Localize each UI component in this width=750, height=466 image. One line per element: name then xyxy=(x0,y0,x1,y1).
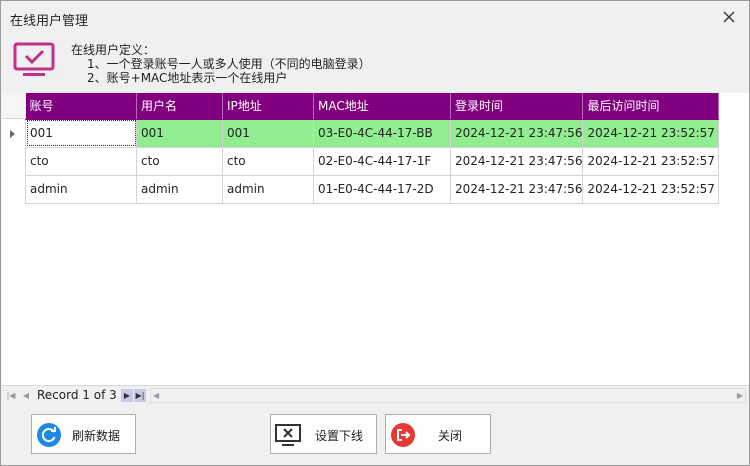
cell-account[interactable]: 001 xyxy=(25,119,137,148)
cell-mac[interactable]: 01-E0-4C-44-17-2D xyxy=(313,175,451,204)
title-bar: 在线用户管理 xyxy=(1,1,749,33)
column-header-login-time[interactable]: 登录时间 xyxy=(450,93,584,120)
record-counter: Record 1 of 3 xyxy=(37,388,117,402)
column-header-ip[interactable]: IP地址 xyxy=(222,93,314,120)
cell-mac[interactable]: 03-E0-4C-44-17-BB xyxy=(313,119,451,148)
cell-username[interactable]: cto xyxy=(136,147,223,176)
cell-last-access[interactable]: 2024-12-21 23:52:57 xyxy=(582,119,720,148)
cell-last-access[interactable]: 2024-12-21 23:52:57 xyxy=(582,175,720,204)
cell-username[interactable]: 001 xyxy=(136,119,223,148)
cell-ip[interactable]: admin xyxy=(222,175,314,204)
current-row-arrow-icon xyxy=(10,130,15,138)
cell-account[interactable]: cto xyxy=(25,147,137,176)
next-record-button[interactable]: ▶ xyxy=(121,389,133,402)
column-header-mac[interactable]: MAC地址 xyxy=(313,93,451,120)
cell-mac[interactable]: 02-E0-4C-44-17-1F xyxy=(313,147,451,176)
close-window-button[interactable] xyxy=(715,4,743,30)
refresh-icon xyxy=(37,423,61,447)
table-row[interactable]: admin admin admin 01-E0-4C-44-17-2D 2024… xyxy=(25,175,720,204)
close-button-label: 关闭 xyxy=(438,429,463,443)
cell-account[interactable]: admin xyxy=(25,175,137,204)
monitor-x-icon xyxy=(275,424,301,446)
window-title: 在线用户管理 xyxy=(10,14,89,29)
scroll-left-arrow-icon[interactable]: ◀ xyxy=(153,391,159,400)
record-navigator: |◀ ◀ Record 1 of 3 ▶ ▶| ◀ ▶ xyxy=(2,385,749,405)
monitor-check-icon xyxy=(13,41,57,84)
first-record-button[interactable]: |◀ xyxy=(5,389,17,402)
set-offline-button-label: 设置下线 xyxy=(315,429,364,443)
scroll-right-arrow-icon[interactable]: ▶ xyxy=(737,391,743,400)
horizontal-scrollbar[interactable]: ◀ ▶ xyxy=(150,388,746,403)
table-header-row: 账号 用户名 IP地址 MAC地址 登录时间 最后访问时间 xyxy=(25,93,720,120)
column-header-last-access[interactable]: 最后访问时间 xyxy=(582,93,720,120)
cell-ip[interactable]: 001 xyxy=(222,119,314,148)
last-record-button[interactable]: ▶| xyxy=(134,389,146,402)
column-header-account[interactable]: 账号 xyxy=(25,93,137,120)
cell-username[interactable]: admin xyxy=(136,175,223,204)
indicator-header xyxy=(2,93,26,119)
table-row[interactable]: 001 001 001 03-E0-4C-44-17-BB 2024-12-21… xyxy=(25,119,720,148)
button-bar: 刷新数据 设置下线 关闭 xyxy=(1,405,749,465)
cell-login-time[interactable]: 2024-12-21 23:47:56 xyxy=(450,175,584,204)
prev-record-button[interactable]: ◀ xyxy=(20,389,32,402)
refresh-button-label: 刷新数据 xyxy=(72,429,121,443)
close-icon xyxy=(723,11,735,23)
table-row[interactable]: cto cto cto 02-E0-4C-44-17-1F 2024-12-21… xyxy=(25,147,720,176)
definition-header: 在线用户定义： 1、一个登录账号一人或多人使用（不同的电脑登录） 2、账号+MA… xyxy=(1,33,749,93)
cell-login-time[interactable]: 2024-12-21 23:47:56 xyxy=(450,147,584,176)
cell-login-time[interactable]: 2024-12-21 23:47:56 xyxy=(450,119,584,148)
online-users-grid: 账号 用户名 IP地址 MAC地址 登录时间 最后访问时间 001 001 00… xyxy=(2,93,749,405)
refresh-button[interactable]: 刷新数据 xyxy=(31,414,136,454)
online-users-window: 在线用户管理 在线用户定义： 1、一个登录账号一人或多人使用（不同的电脑登录） … xyxy=(0,0,750,466)
definition-line-2: 2、账号+MAC地址表示一个在线用户 xyxy=(87,71,288,85)
users-table: 账号 用户名 IP地址 MAC地址 登录时间 最后访问时间 001 001 00… xyxy=(25,93,720,204)
exit-icon xyxy=(391,423,415,447)
row-indicator-column xyxy=(2,93,26,385)
set-offline-button[interactable]: 设置下线 xyxy=(270,414,377,454)
column-header-username[interactable]: 用户名 xyxy=(136,93,223,120)
close-button[interactable]: 关闭 xyxy=(385,414,491,454)
cell-ip[interactable]: cto xyxy=(222,147,314,176)
cell-last-access[interactable]: 2024-12-21 23:52:57 xyxy=(582,147,720,176)
